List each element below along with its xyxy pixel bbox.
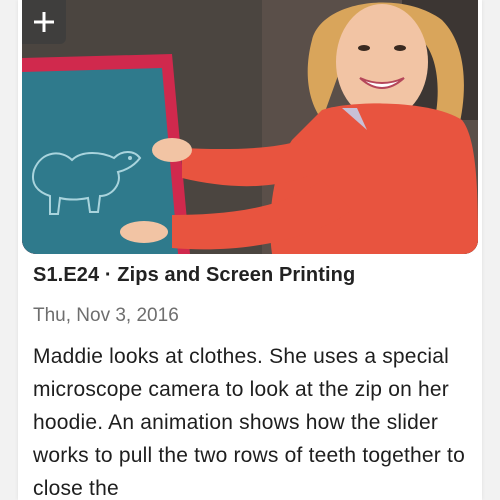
add-to-list-button[interactable] xyxy=(22,0,66,44)
title-separator: · xyxy=(99,264,118,286)
episode-name: Zips and Screen Printing xyxy=(117,264,356,286)
plus-icon xyxy=(34,12,54,32)
episode-title[interactable]: S1.E24 · Zips and Screen Printing xyxy=(33,264,355,287)
episode-card[interactable]: S1.E24 · Zips and Screen Printing Thu, N… xyxy=(18,0,482,500)
air-date: Thu, Nov 3, 2016 xyxy=(33,305,179,326)
thumbnail-image xyxy=(22,0,478,254)
episode-description: Maddie looks at clothes. She uses a spec… xyxy=(33,345,465,500)
episode-code: S1.E24 xyxy=(33,264,100,286)
episode-thumbnail[interactable] xyxy=(22,0,478,254)
